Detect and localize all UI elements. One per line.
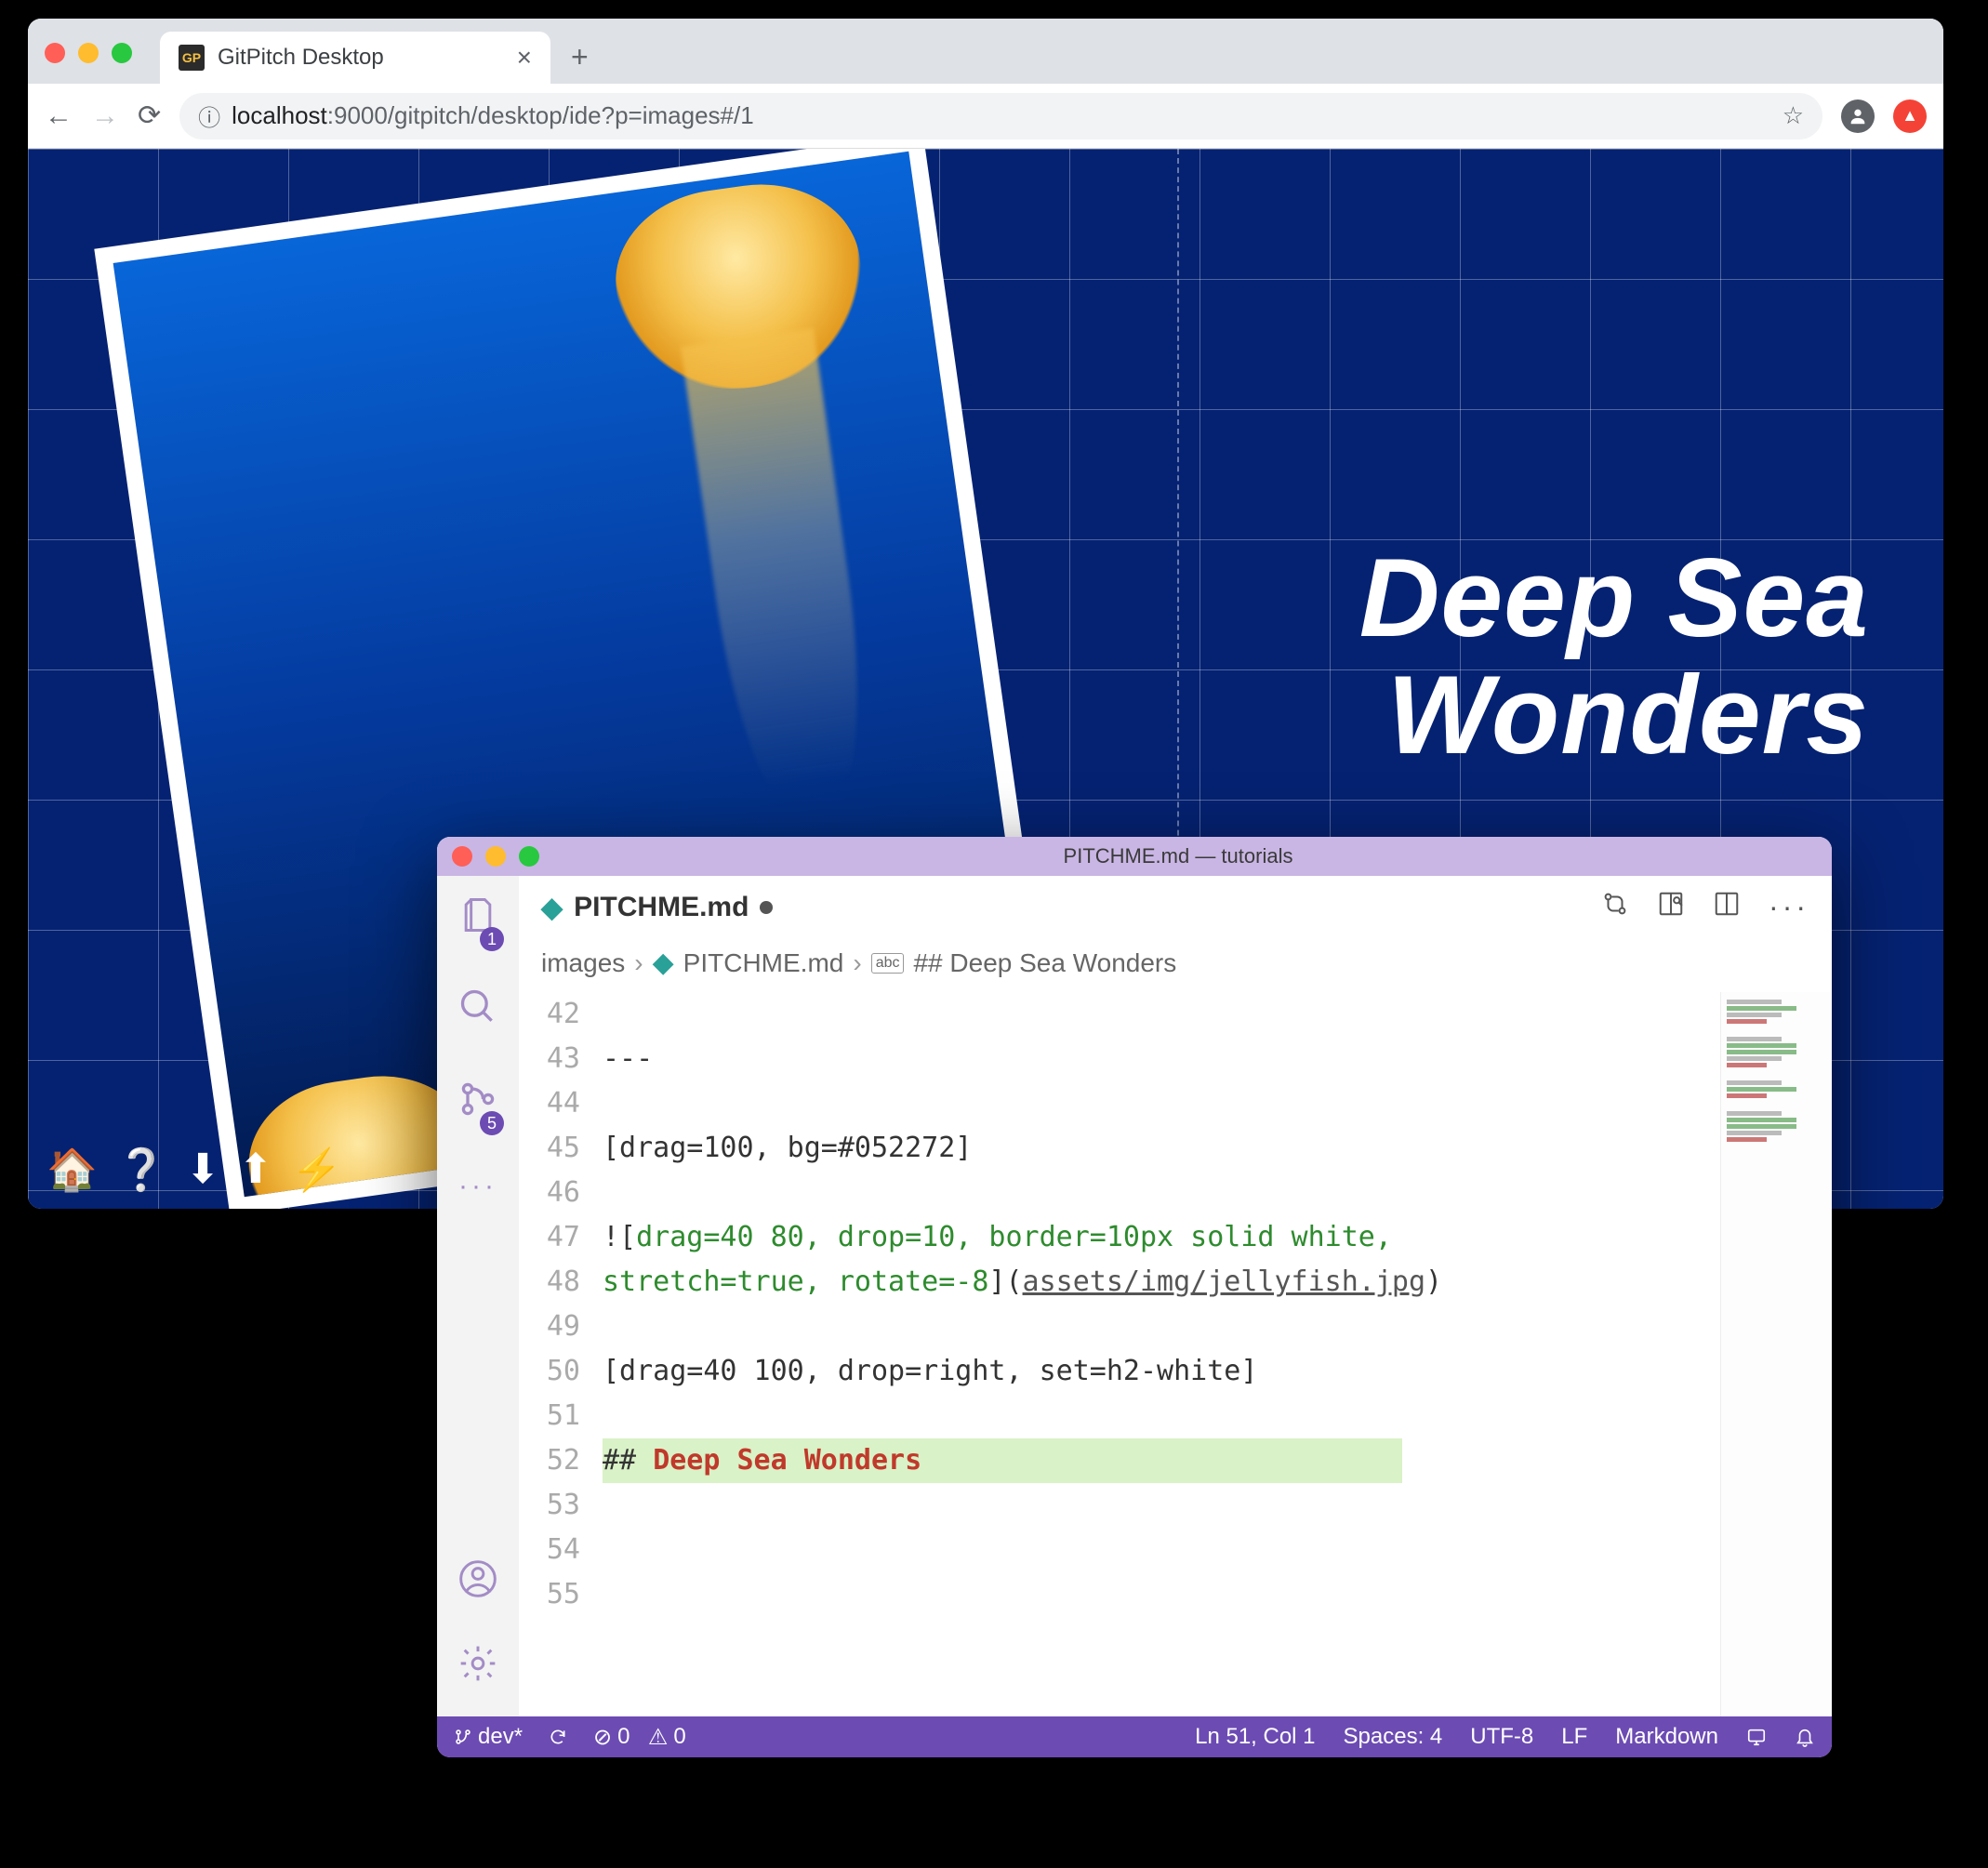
maximize-window-button[interactable] xyxy=(519,846,539,867)
editor-tab[interactable]: ◆ PITCHME.md xyxy=(541,892,773,924)
problems-status[interactable]: ⊘ 0 ⚠ 0 xyxy=(593,1724,686,1751)
tab-title: GitPitch Desktop xyxy=(218,45,384,71)
home-icon[interactable]: 🏠 xyxy=(46,1146,98,1194)
breadcrumb-file[interactable]: PITCHME.md xyxy=(683,948,844,978)
slide-heading-line: Wonders xyxy=(1359,656,1869,774)
cursor-position-status[interactable]: Ln 51, Col 1 xyxy=(1195,1724,1315,1750)
git-branch-status[interactable]: dev* xyxy=(454,1724,523,1750)
gitpitch-toolbar: 🏠 ❔ ⬇ ⬆ ⚡ xyxy=(46,1146,342,1194)
editor-actions: ··· xyxy=(1601,890,1809,925)
indentation-status[interactable]: Spaces: 4 xyxy=(1344,1724,1443,1750)
markdown-file-icon: ◆ xyxy=(653,947,674,979)
editor-area: ◆ PITCHME.md ··· xyxy=(519,876,1832,1716)
close-window-button[interactable] xyxy=(45,43,65,63)
maximize-window-button[interactable] xyxy=(112,43,132,63)
editor-tab-bar: ◆ PITCHME.md ··· xyxy=(519,876,1832,939)
close-tab-icon[interactable]: × xyxy=(517,43,532,73)
sync-status[interactable] xyxy=(549,1728,567,1746)
eol-status[interactable]: LF xyxy=(1561,1724,1587,1750)
back-button[interactable]: ← xyxy=(45,100,73,132)
download-icon[interactable]: ⬇ xyxy=(186,1146,220,1194)
minimize-window-button[interactable] xyxy=(78,43,99,63)
site-info-icon[interactable]: ⓘ xyxy=(198,99,220,132)
slide-heading-line: Deep Sea xyxy=(1359,539,1869,656)
reload-button[interactable]: ⟳ xyxy=(138,99,161,132)
browser-tab[interactable]: GP GitPitch Desktop × xyxy=(160,32,550,84)
tab-favicon: GP xyxy=(179,45,205,71)
vscode-window-title: PITCHME.md — tutorials xyxy=(1064,844,1293,868)
vscode-body: 1 5 ··· ◆ PITC xyxy=(437,876,1832,1716)
extension-icon[interactable]: ▲ xyxy=(1893,99,1927,133)
more-icon[interactable]: ··· xyxy=(458,1171,497,1202)
url-path: :9000/gitpitch/desktop/ide?p=images#/1 xyxy=(327,101,754,129)
breadcrumb-symbol[interactable]: ## Deep Sea Wonders xyxy=(913,948,1176,978)
notifications-bell-icon[interactable] xyxy=(1795,1724,1815,1750)
editor-tab-filename: PITCHME.md xyxy=(574,892,749,923)
minimap[interactable] xyxy=(1720,992,1832,1716)
url-host: localhost xyxy=(232,101,327,129)
close-window-button[interactable] xyxy=(452,846,472,867)
help-icon[interactable]: ❔ xyxy=(116,1146,167,1194)
chevron-right-icon: › xyxy=(634,948,643,978)
forward-button[interactable]: → xyxy=(91,100,119,132)
flash-icon[interactable]: ⚡ xyxy=(291,1146,342,1194)
code-content[interactable]: --- [drag=100, bg=#052272] ![drag=40 80,… xyxy=(603,992,1720,1716)
vscode-traffic-lights xyxy=(452,846,539,867)
dirty-indicator-icon xyxy=(760,901,773,914)
code-editor[interactable]: 4243444546474849505152535455 --- [drag=1… xyxy=(519,992,1832,1716)
explorer-icon[interactable]: 1 xyxy=(457,894,498,946)
address-bar: ← → ⟳ ⓘ localhost:9000/gitpitch/desktop/… xyxy=(28,84,1943,149)
browser-tab-strip: GP GitPitch Desktop × + xyxy=(28,19,1943,84)
browser-traffic-lights xyxy=(45,43,132,63)
feedback-icon[interactable] xyxy=(1746,1724,1767,1750)
vscode-window: PITCHME.md — tutorials 1 5 ··· xyxy=(437,837,1832,1757)
chevron-right-icon: › xyxy=(853,948,861,978)
breadcrumb-bar[interactable]: images › ◆ PITCHME.md › abc ## Deep Sea … xyxy=(519,939,1832,992)
split-editor-icon[interactable] xyxy=(1713,890,1741,925)
markdown-file-icon: ◆ xyxy=(541,892,563,924)
scm-badge: 5 xyxy=(480,1111,504,1135)
search-icon[interactable] xyxy=(457,987,498,1038)
url-input[interactable]: ⓘ localhost:9000/gitpitch/desktop/ide?p=… xyxy=(179,93,1822,139)
status-bar: dev* ⊘ 0 ⚠ 0 Ln 51, Col 1 Spaces: 4 UTF-… xyxy=(437,1716,1832,1757)
activity-bar: 1 5 ··· xyxy=(437,876,519,1716)
slide-heading: Deep Sea Wonders xyxy=(1359,539,1869,774)
compare-changes-icon[interactable] xyxy=(1601,890,1629,925)
more-actions-icon[interactable]: ··· xyxy=(1769,890,1809,925)
minimize-window-button[interactable] xyxy=(485,846,506,867)
source-control-icon[interactable]: 5 xyxy=(457,1079,498,1130)
language-mode-status[interactable]: Markdown xyxy=(1615,1724,1718,1750)
vscode-title-bar: PITCHME.md — tutorials xyxy=(437,837,1832,876)
bookmark-star-icon[interactable]: ☆ xyxy=(1783,101,1804,130)
explorer-badge: 1 xyxy=(480,927,504,951)
encoding-status[interactable]: UTF-8 xyxy=(1470,1724,1533,1750)
settings-gear-icon[interactable] xyxy=(457,1643,498,1694)
account-icon[interactable] xyxy=(457,1558,498,1610)
profile-icon[interactable] xyxy=(1841,99,1875,133)
symbol-kind-icon: abc xyxy=(871,953,905,974)
breadcrumb-folder[interactable]: images xyxy=(541,948,625,978)
upload-icon[interactable]: ⬆ xyxy=(238,1146,272,1194)
jellyfish-graphic xyxy=(604,171,875,404)
open-preview-icon[interactable] xyxy=(1657,890,1685,925)
new-tab-button[interactable]: + xyxy=(550,40,609,74)
line-number-gutter: 4243444546474849505152535455 xyxy=(519,992,603,1716)
